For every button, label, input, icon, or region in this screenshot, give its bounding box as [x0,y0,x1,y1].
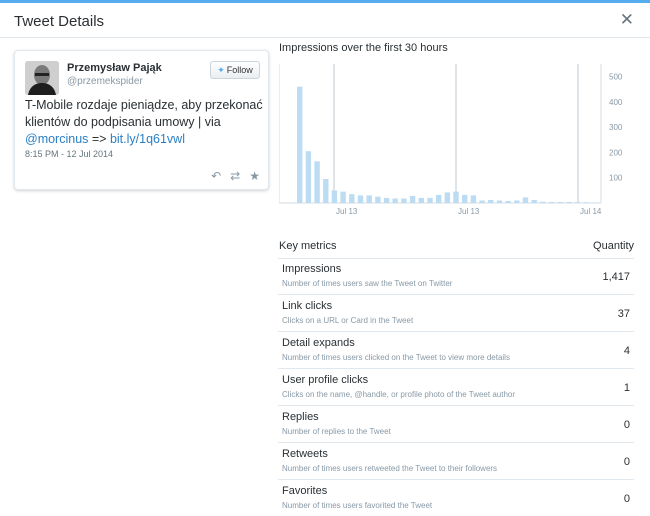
impressions-bar [401,198,407,203]
tweet-text: T-Mobile rozdaje pieniądze, aby przekona… [25,97,265,148]
tweet-timestamp[interactable]: 8:15 PM - 12 Jul 2014 [25,149,113,159]
metric-description: Number of replies to the Tweet [282,427,391,436]
impressions-bar [557,202,563,203]
tweet-card[interactable]: Przemysław Pająk @przemekspider ✦ Follow… [14,50,269,190]
impressions-bar [514,200,520,203]
metric-row-replies: Replies Number of replies to the Tweet 0 [278,406,634,443]
impressions-bar [436,194,442,203]
metric-description: Number of times users favorited the Twee… [282,501,433,510]
impressions-bar [496,200,503,203]
favorite-icon[interactable]: ★ [249,169,260,183]
avatar[interactable] [25,61,59,95]
metric-name: Detail expands [282,337,355,349]
impressions-bar [566,202,572,203]
modal-title: Tweet Details [14,13,105,30]
impressions-bar [409,195,416,203]
impressions-bar [392,198,398,203]
impressions-bar [479,200,485,203]
metric-description: Number of times users clicked on the Twe… [282,353,510,362]
metric-value: 0 [623,419,630,431]
impressions-bar [427,197,433,203]
twitter-bird-icon: ✦ [217,64,225,75]
modal-header: Tweet Details ✕ [0,3,650,38]
metric-description: Clicks on a URL or Card in the Tweet [282,316,414,325]
impressions-bar [366,195,372,203]
impressions-bar [357,195,364,203]
metric-value: 0 [623,493,630,505]
impressions-bar [453,191,459,203]
impressions-bar [305,151,312,203]
impressions-bar [340,191,346,203]
impressions-bar [574,202,581,203]
metric-name: Retweets [282,448,328,460]
impressions-bar [323,179,329,203]
impressions-bar [349,194,355,203]
impressions-chart: 100 200 300 400 500 Jul 13 Jul 13 Jul 14 [279,64,623,216]
mention-link[interactable]: @morcinus [25,132,88,146]
metric-name: User profile clicks [282,374,369,386]
metric-row-impressions: Impressions Number of times users saw th… [278,258,634,295]
metric-description: Number of times users saw the Tweet on T… [282,279,453,288]
impressions-bar [314,161,320,203]
tweet-text-body: T-Mobile rozdaje pieniądze, aby przekona… [25,98,263,129]
quantity-header-label: Quantity [593,240,634,252]
impressions-bar [331,190,338,203]
tweet-actions: ↶ ⇄ ★ [211,169,260,183]
metrics-header-label: Key metrics [279,240,337,252]
author-handle[interactable]: @przemekspider [67,76,143,87]
y-tick-label: 400 [609,98,623,107]
impressions-bar [522,197,529,203]
impressions-bar [462,194,468,203]
x-tick-label: Jul 13 [458,207,480,216]
y-tick-label: 300 [609,123,623,132]
tweet-arrow-text: => [88,132,110,146]
metric-value: 1 [623,382,630,394]
impressions-bar [297,86,303,203]
impressions-bar [531,200,537,203]
metric-name: Replies [282,411,319,423]
close-icon[interactable]: ✕ [620,11,634,28]
retweet-icon[interactable]: ⇄ [230,169,240,183]
metric-row-link-clicks: Link clicks Clicks on a URL or Card in t… [278,295,634,332]
metric-value: 4 [623,345,630,357]
metric-row-user-profile-clicks: User profile clicks Clicks on the name, … [278,369,634,406]
author-name[interactable]: Przemysław Pająk [67,62,162,74]
metric-row-retweets: Retweets Number of times users retweeted… [278,443,634,480]
reply-icon[interactable]: ↶ [211,169,221,183]
impressions-bar [418,197,424,203]
impressions-bar [592,202,598,203]
metrics-table: Impressions Number of times users saw th… [278,258,634,516]
metric-row-detail-expands: Detail expands Number of times users cli… [278,332,634,369]
metric-value: 0 [623,456,630,468]
url-link[interactable]: bit.ly/1q61vwl [110,132,185,146]
impressions-bar [505,201,511,203]
impressions-bar [375,196,381,203]
metric-description: Clicks on the name, @handle, or profile … [282,390,515,399]
follow-label: Follow [226,65,253,75]
follow-button[interactable]: ✦ Follow [210,61,260,79]
x-tick-label: Jul 13 [336,207,358,216]
y-tick-label: 500 [609,73,623,82]
metric-name: Link clicks [282,300,333,312]
metric-name: Favorites [282,485,328,497]
metric-description: Number of times users retweeted the Twee… [282,464,498,473]
impressions-bar [444,192,451,203]
y-tick-label: 100 [609,174,623,183]
impressions-bar [583,202,589,203]
y-tick-label: 200 [609,149,623,158]
metric-name: Impressions [282,263,342,275]
impressions-bar [540,201,546,203]
impressions-bar [488,200,494,203]
metric-value: 1,417 [602,271,630,283]
impressions-bar [470,195,477,203]
metric-value: 37 [617,308,630,320]
impressions-bar [383,197,390,203]
chart-title: Impressions over the first 30 hours [279,42,448,54]
x-tick-label: Jul 14 [580,207,602,216]
impressions-bar [548,202,555,203]
metrics-header: Key metrics Quantity [278,236,634,259]
metric-row-favorites: Favorites Number of times users favorite… [278,480,634,516]
